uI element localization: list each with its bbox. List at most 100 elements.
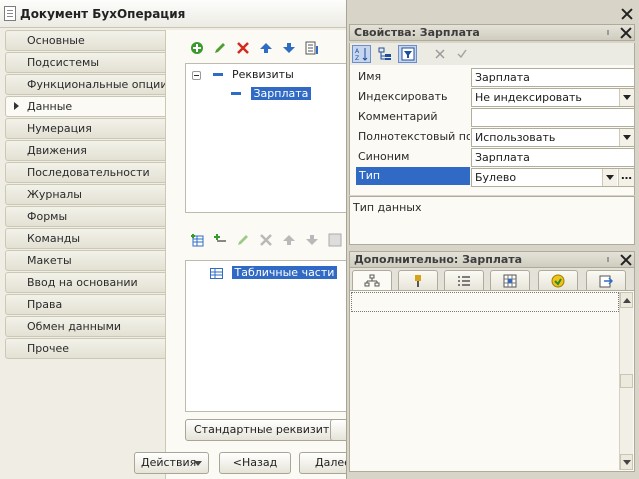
tree-root-label: Табличные части xyxy=(231,266,338,279)
comment-field[interactable] xyxy=(471,108,635,127)
actions-label: Действия xyxy=(141,456,197,469)
window-titlebar: Документ БухОперация xyxy=(0,0,346,28)
close-icon[interactable] xyxy=(621,8,633,20)
attributes-toolbar xyxy=(188,38,321,58)
properties-panel-title: Свойства: Зарплата xyxy=(354,26,480,39)
extra-panel-body xyxy=(349,290,635,472)
dropdown-arrow-icon[interactable] xyxy=(619,89,634,106)
nav-item-sequences[interactable]: Последовательности xyxy=(5,162,165,183)
add-table-icon[interactable] xyxy=(188,231,206,249)
nav-item-forms[interactable]: Формы xyxy=(5,206,165,227)
document-window: Документ БухОперация Основные Подсистемы… xyxy=(0,0,351,479)
nav-item-other[interactable]: Прочее xyxy=(5,338,165,359)
category-icon[interactable] xyxy=(375,45,394,63)
nav-item-label: Подсистемы xyxy=(27,56,100,69)
table-icon xyxy=(210,267,223,279)
name-field[interactable]: Зарплата xyxy=(471,68,635,87)
edit-icon[interactable] xyxy=(234,231,252,249)
scroll-thumb[interactable] xyxy=(620,374,633,388)
move-down-icon[interactable] xyxy=(280,39,298,57)
extra-row[interactable] xyxy=(351,292,619,312)
attribute-icon xyxy=(231,92,241,95)
pin-icon[interactable] xyxy=(607,257,609,262)
delete-icon[interactable] xyxy=(234,39,252,57)
apply-icon[interactable] xyxy=(452,45,471,63)
nav-item-movements[interactable]: Движения xyxy=(5,140,165,161)
tree-item-attribute[interactable]: Зарплата xyxy=(231,86,312,102)
actions-menu-button[interactable]: Действия xyxy=(134,452,209,474)
synonym-field[interactable]: Зарплата xyxy=(471,148,635,167)
dropdown-arrow-icon[interactable] xyxy=(619,129,634,146)
sort-icon[interactable] xyxy=(326,231,344,249)
vertical-scrollbar[interactable] xyxy=(619,292,633,470)
property-row-comment: Комментарий xyxy=(350,107,636,127)
attribute-group-icon xyxy=(212,73,223,76)
scroll-up-icon[interactable] xyxy=(620,292,633,308)
fulltext-search-select[interactable]: Использовать xyxy=(471,128,635,147)
nav-item-functional-options[interactable]: Функциональные опции xyxy=(5,74,165,95)
nav-item-label: Нумерация xyxy=(27,122,92,135)
close-icon[interactable] xyxy=(620,254,632,266)
index-select[interactable]: Не индексировать xyxy=(471,88,635,107)
edit-icon[interactable] xyxy=(211,39,229,57)
nav-item-data[interactable]: Данные xyxy=(5,96,165,117)
tree-root-row[interactable]: Реквизиты xyxy=(192,67,294,83)
nav-item-input-based-on[interactable]: Ввод на основании xyxy=(5,272,165,293)
hierarchy-icon[interactable] xyxy=(352,270,392,290)
property-value: Не индексировать xyxy=(475,91,582,104)
move-up-icon[interactable] xyxy=(257,39,275,57)
standard-tabular-button[interactable] xyxy=(330,419,347,441)
property-row-synonym: Синоним Зарплата xyxy=(350,147,636,167)
nav-item-templates[interactable]: Макеты xyxy=(5,250,165,271)
pin-icon[interactable] xyxy=(607,30,609,35)
cancel-icon[interactable] xyxy=(430,45,449,63)
sort-alpha-icon[interactable]: AZ xyxy=(352,45,371,63)
extra-tabs xyxy=(349,268,635,290)
filter-icon[interactable] xyxy=(398,45,417,63)
move-down-icon[interactable] xyxy=(303,231,321,249)
nav-item-numbering[interactable]: Нумерация xyxy=(5,118,165,139)
properties-toolbar: AZ xyxy=(349,43,635,65)
type-select[interactable]: Булево … xyxy=(471,168,635,187)
nav-item-label: Команды xyxy=(27,232,81,245)
ellipsis-button[interactable]: … xyxy=(618,169,634,186)
pin-icon[interactable] xyxy=(398,270,438,290)
nav-item-rights[interactable]: Права xyxy=(5,294,165,315)
nav-item-journals[interactable]: Журналы xyxy=(5,184,165,205)
refresh-icon[interactable] xyxy=(538,270,578,290)
nav-item-label: Макеты xyxy=(27,254,72,267)
standard-attributes-button[interactable]: Стандартные реквизиты xyxy=(185,419,348,441)
property-label: Синоним xyxy=(358,150,410,163)
dropdown-arrow-icon[interactable] xyxy=(602,169,617,186)
property-value: Зарплата xyxy=(475,71,530,84)
back-button[interactable]: <Назад xyxy=(219,452,291,474)
list-icon[interactable] xyxy=(444,270,484,290)
add-column-icon[interactable] xyxy=(211,231,229,249)
property-row-type: Тип Булево… xyxy=(350,167,636,187)
section-list: Основные Подсистемы Функциональные опции… xyxy=(5,30,165,360)
sort-icon[interactable] xyxy=(303,39,321,57)
close-icon[interactable] xyxy=(620,27,632,39)
scroll-down-icon[interactable] xyxy=(620,454,633,470)
nav-item-subsystems[interactable]: Подсистемы xyxy=(5,52,165,73)
property-value: Булево xyxy=(475,171,517,184)
tabular-toolbar xyxy=(188,230,344,250)
next-button[interactable]: Далее xyxy=(299,452,351,474)
properties-grid: Имя Зарплата Индексировать Не индексиров… xyxy=(349,65,635,195)
delete-icon[interactable] xyxy=(257,231,275,249)
property-label: Комментарий xyxy=(358,110,438,123)
nav-item-label: Движения xyxy=(27,144,87,157)
add-icon[interactable] xyxy=(188,39,206,57)
nav-item-main[interactable]: Основные xyxy=(5,30,165,51)
nav-item-commands[interactable]: Команды xyxy=(5,228,165,249)
nav-item-data-exchange[interactable]: Обмен данными xyxy=(5,316,165,337)
move-up-icon[interactable] xyxy=(280,231,298,249)
export-icon[interactable] xyxy=(586,270,626,290)
nav-item-label: Права xyxy=(27,298,63,311)
tree-item-label: Зарплата xyxy=(250,87,312,100)
nav-item-label: Ввод на основании xyxy=(27,276,138,289)
property-label: Полнотекстовый поиск xyxy=(358,130,470,143)
table-icon[interactable] xyxy=(490,270,530,290)
tree-root-row[interactable]: Табличные части xyxy=(210,265,338,281)
property-row-name: Имя Зарплата xyxy=(350,67,636,87)
